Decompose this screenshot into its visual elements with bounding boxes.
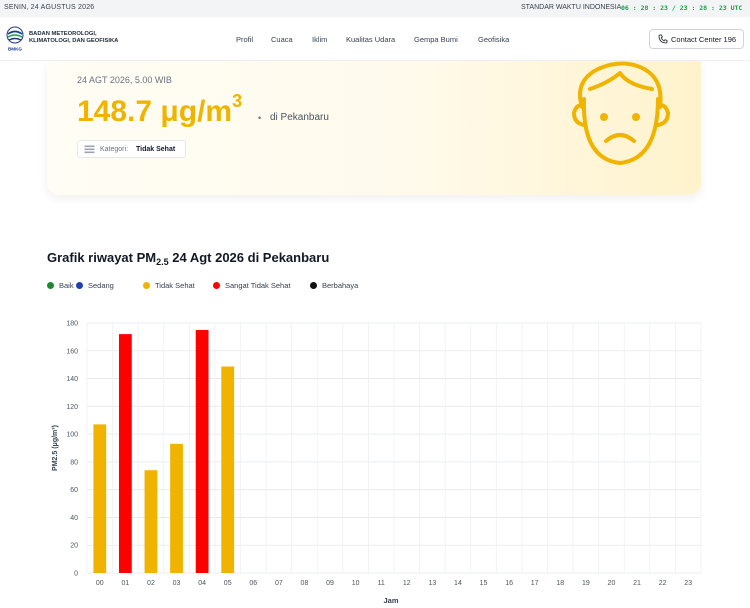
legend-item-sangat-tidak-sehat[interactable]: Sangat Tidak Sehat (213, 281, 290, 290)
x-tick-label: 02 (147, 580, 155, 587)
current-date: SENIN, 24 AGUSTUS 2026 (4, 4, 95, 11)
legend-item-tidak-sehat[interactable]: Tidak Sehat (143, 281, 195, 290)
nav-item-profil[interactable]: Profil (236, 35, 253, 44)
logo-text: BMKG (8, 47, 22, 52)
x-tick-label: 06 (249, 580, 257, 587)
measurement-timestamp: 24 AGT 2026, 5.00 WIB (77, 75, 172, 85)
x-tick-label: 10 (352, 580, 360, 587)
legend-label: Baik (59, 281, 74, 290)
brand-line-2: KLIMATOLOGI, DAN GEOFISIKA (29, 38, 119, 44)
nav-item-gempa-bumi[interactable]: Gempa Bumi (414, 35, 458, 44)
nav-item-geofisika[interactable]: Geofisika (478, 35, 509, 44)
nav-item-cuaca[interactable]: Cuaca (271, 35, 293, 44)
x-tick-label: 11 (378, 580, 385, 587)
x-tick-label: 05 (224, 580, 232, 587)
bmkg-logo-icon[interactable]: BMKG (4, 26, 26, 52)
legend-swatch (47, 282, 54, 289)
y-axis-title: PM2.5 (μg/m³) (52, 425, 59, 471)
x-tick-label: 00 (96, 580, 104, 587)
chart-title-suffix: 24 Agt 2026 di Pekanbaru (168, 250, 330, 265)
phone-icon (658, 34, 668, 44)
y-tick-label: 60 (70, 487, 78, 494)
location-text: di Pekanbaru (270, 112, 329, 123)
brand-name[interactable]: BADAN METEOROLOGI, KLIMATOLOGI, DAN GEOF… (29, 31, 139, 45)
brand-line-1: BADAN METEOROLOGI, (29, 31, 97, 37)
y-tick-label: 40 (70, 515, 78, 522)
legend-item-sedang[interactable]: Sedang (76, 281, 114, 290)
legend-swatch (213, 282, 220, 289)
clock-readout: 06 : 28 : 23 / 23 : 28 : 23 UTC (621, 4, 743, 12)
x-tick-label: 15 (480, 580, 488, 587)
x-tick-label: 08 (301, 580, 309, 587)
top-info-bar: SENIN, 24 AGUSTUS 2026 STANDAR WAKTU IND… (0, 0, 750, 17)
y-tick-label: 80 (70, 459, 78, 466)
x-tick-label: 16 (505, 580, 513, 587)
legend-label: Tidak Sehat (155, 281, 195, 290)
x-tick-label: 14 (454, 580, 462, 587)
sad-face-icon (572, 61, 670, 165)
x-axis-title: Jam (383, 596, 398, 605)
legend-swatch (143, 282, 150, 289)
category-badge: Kategori: Tidak Sehat (77, 140, 186, 158)
x-tick-label: 13 (428, 580, 436, 587)
nav-item-kualitas-udara[interactable]: Kualitas Udara (346, 35, 395, 44)
category-icon (84, 145, 95, 154)
contact-center-button[interactable]: Contact Center 196 (649, 29, 744, 49)
legend-item-baik[interactable]: Baik (47, 281, 74, 290)
legend-label: Berbahaya (322, 281, 359, 290)
x-tick-label: 22 (659, 580, 667, 587)
x-tick-label: 23 (684, 580, 692, 587)
x-tick-label: 19 (582, 580, 590, 587)
chart-title: Grafik riwayat PM2.5 24 Agt 2026 di Peka… (47, 250, 329, 267)
x-tick-label: 18 (556, 580, 564, 587)
data-bar (144, 470, 158, 573)
data-bar (118, 334, 132, 573)
category-value: Tidak Sehat (136, 146, 176, 153)
x-tick-label: 04 (198, 580, 206, 587)
legend-swatch (76, 282, 83, 289)
site-header: BMKG BADAN METEOROLOGI, KLIMATOLOGI, DAN… (0, 17, 750, 61)
time-standard-label: STANDAR WAKTU INDONESIA (521, 4, 622, 11)
data-bar (93, 424, 107, 573)
y-tick-label: 0 (74, 571, 78, 578)
data-bar (195, 329, 209, 573)
y-tick-label: 140 (66, 376, 78, 383)
chart-title-prefix: Grafik riwayat PM (47, 250, 157, 265)
x-tick-label: 07 (275, 580, 283, 587)
pm25-value: 148.7 μg/m3 (77, 91, 242, 129)
legend-label: Sangat Tidak Sehat (225, 281, 291, 290)
data-bar (170, 443, 183, 573)
x-tick-label: 01 (121, 580, 129, 587)
y-tick-label: 180 (66, 321, 78, 328)
y-tick-label: 100 (66, 432, 78, 439)
x-tick-label: 03 (173, 580, 181, 587)
legend-label: Sedang (88, 281, 114, 290)
nav-item-iklim[interactable]: Iklim (312, 35, 327, 44)
pm25-value-text: 148.7 μg/m (77, 95, 233, 128)
x-tick-label: 17 (531, 580, 539, 587)
y-tick-label: 160 (66, 348, 78, 355)
x-tick-label: 21 (633, 580, 641, 587)
x-tick-label: 09 (326, 580, 334, 587)
pm25-unit-exponent: 3 (232, 91, 243, 111)
legend-swatch (310, 282, 317, 289)
chart-title-subscript: 2.5 (156, 257, 169, 267)
separator-dot: • (258, 113, 262, 123)
y-tick-label: 120 (66, 404, 78, 411)
air-quality-status-card: 24 AGT 2026, 5.00 WIB 148.7 μg/m3 • di P… (47, 61, 701, 195)
legend-item-berbahaya[interactable]: Berbahaya (310, 281, 358, 290)
contact-center-label: Contact Center 196 (671, 35, 737, 44)
data-bar (221, 366, 235, 573)
x-tick-label: 12 (403, 580, 411, 587)
y-tick-label: 20 (70, 543, 78, 550)
pm25-history-chart: 0 20 40 60 80 100 120 140 160 180 00 01 02 03 04 05 06 07… (52, 321, 702, 605)
category-label: Kategori: (100, 146, 129, 153)
x-tick-label: 20 (608, 580, 616, 587)
